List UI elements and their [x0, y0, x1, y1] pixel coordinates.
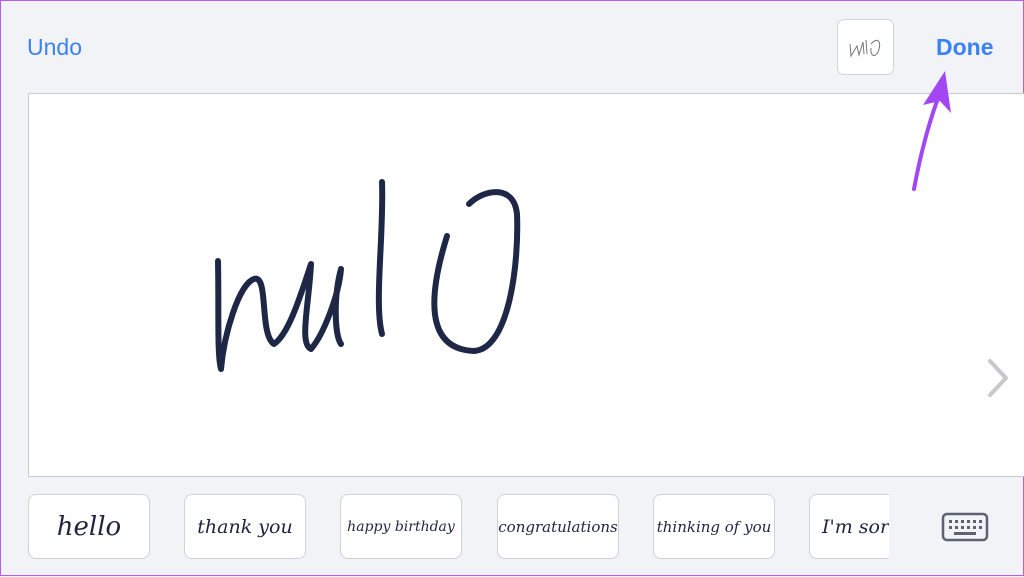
handwritten-signature — [215, 179, 521, 372]
suggestion-congratulations[interactable]: congratulations — [497, 494, 619, 559]
signature-thumbnail[interactable] — [837, 19, 894, 75]
done-button[interactable]: Done — [936, 34, 994, 61]
suggestion-happy-birthday[interactable]: happy birthday — [340, 494, 462, 559]
suggestion-thinking-of-you[interactable]: thinking of you — [653, 494, 775, 559]
chevron-right-icon[interactable] — [984, 357, 1012, 399]
suggestion-thank-you[interactable]: thank you — [184, 494, 306, 559]
suggestion-im-sorry[interactable]: I'm sorry — [809, 494, 889, 559]
undo-button[interactable]: Undo — [27, 34, 82, 61]
handwriting-canvas[interactable] — [28, 93, 1024, 477]
signature-thumbnail-image — [849, 39, 881, 58]
suggestion-hello[interactable]: hello — [28, 494, 150, 559]
keyboard-icon[interactable] — [941, 512, 989, 542]
